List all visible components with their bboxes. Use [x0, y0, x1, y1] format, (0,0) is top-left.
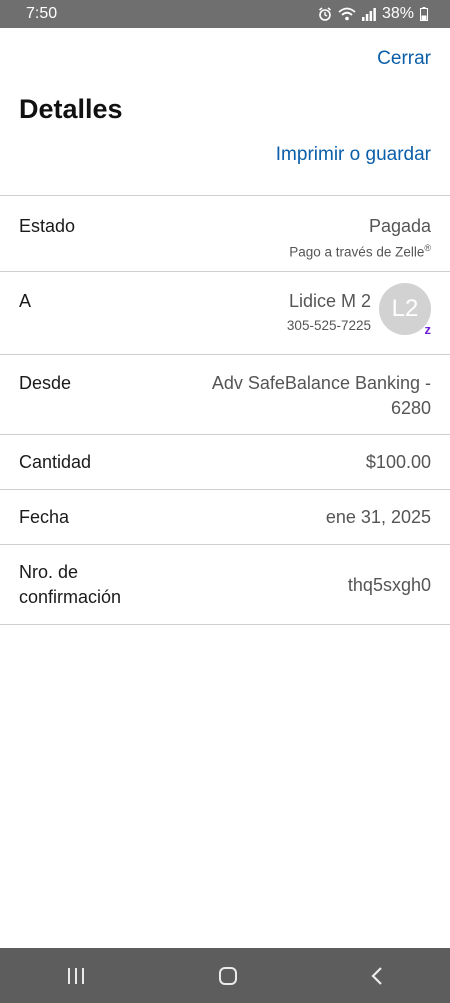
confirmation-label-line1: Nro. de	[19, 562, 79, 582]
close-button[interactable]: Cerrar	[377, 48, 431, 70]
from-account-line2: 6280	[390, 398, 431, 418]
zelle-icon: z	[424, 322, 432, 337]
status-icons: 38%	[318, 5, 428, 23]
detail-row-date: Fecha ene 31, 2025	[0, 490, 450, 545]
battery-icon	[420, 7, 428, 21]
to-label: A	[19, 291, 32, 311]
amount-value: $100.00	[365, 452, 431, 472]
zelle-payment-note: Pago a través de Zelle®	[289, 243, 431, 260]
avatar-initials: L2	[391, 295, 419, 322]
confirmation-label-line2: confirmación	[19, 587, 122, 607]
home-icon[interactable]	[218, 966, 238, 986]
back-icon[interactable]	[370, 966, 384, 986]
avatar: L2 z	[379, 283, 432, 337]
recipient: Lidice M 2 305-525-7225 L2 z	[287, 283, 431, 337]
recent-apps-icon[interactable]	[66, 967, 86, 985]
zelle-payment-text: Pago a través de Zelle	[289, 244, 425, 260]
from-label: Desde	[19, 373, 72, 393]
status-label: Estado	[19, 216, 76, 236]
from-account-line1: Adv SafeBalance Banking -	[211, 373, 431, 393]
confirmation-label: Nro. de confirmación	[19, 560, 121, 610]
status-bar: 7:50 38%	[0, 0, 450, 28]
detail-row-amount: Cantidad $100.00	[0, 435, 450, 490]
amount-label: Cantidad	[19, 452, 92, 472]
print-or-save-link[interactable]: Imprimir o guardar	[276, 144, 431, 166]
recipient-info: Lidice M 2 305-525-7225	[287, 289, 371, 333]
date-value: ene 31, 2025	[325, 507, 431, 527]
signal-icon	[361, 7, 376, 21]
detail-row-to: A Lidice M 2 305-525-7225 L2 z	[0, 272, 450, 355]
page-title: Detalles	[19, 94, 123, 124]
date-label: Fecha	[19, 507, 70, 527]
alarm-icon	[318, 7, 332, 21]
confirmation-value: thq5sxgh0	[347, 575, 431, 595]
from-value: Adv SafeBalance Banking - 6280	[212, 371, 431, 421]
status-value: Pagada	[368, 216, 431, 236]
detail-row-confirmation: Nro. de confirmación thq5sxgh0	[0, 545, 450, 625]
battery-percent: 38%	[381, 5, 414, 22]
navigation-bar	[0, 948, 450, 1003]
status-value-group: Pagada Pago a través de Zelle®	[289, 214, 431, 260]
registered-mark: ®	[424, 243, 431, 253]
status-time: 7:50	[26, 5, 58, 22]
detail-row-from: Desde Adv SafeBalance Banking - 6280	[0, 355, 450, 435]
detail-row-status: Estado Pagada Pago a través de Zelle®	[0, 196, 450, 272]
details-list: Estado Pagada Pago a través de Zelle® A …	[0, 195, 450, 625]
recipient-phone: 305-525-7225	[286, 318, 371, 333]
recipient-name: Lidice M 2	[288, 291, 371, 311]
wifi-icon	[338, 7, 356, 21]
